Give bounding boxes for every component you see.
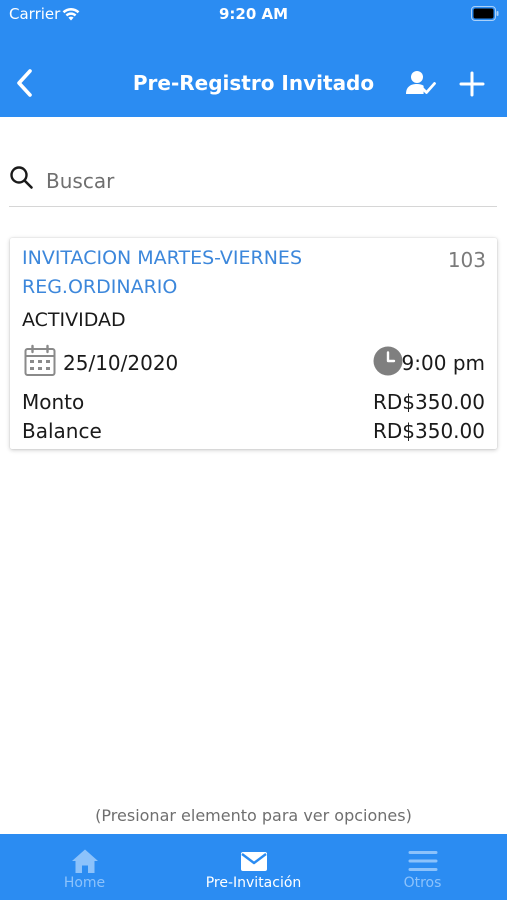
home-icon bbox=[72, 849, 98, 873]
balance-value: RD$350.00 bbox=[372, 419, 485, 443]
amount-label: Monto bbox=[22, 390, 85, 414]
search-bar bbox=[9, 162, 497, 207]
item-date: 25/10/2020 bbox=[63, 351, 179, 375]
battery-icon bbox=[471, 6, 499, 21]
tab-home-label: Home bbox=[63, 875, 106, 891]
mail-icon bbox=[241, 852, 267, 871]
item-type: ACTIVIDAD bbox=[22, 309, 126, 331]
tab-pre-invitacion[interactable]: Pre-Invitación bbox=[169, 834, 338, 900]
top-bar: Carrier 9:20 AM Pre-Registro Invitado bbox=[0, 0, 507, 117]
item-time: 9:00 pm bbox=[401, 351, 485, 375]
user-check-button[interactable] bbox=[405, 69, 437, 97]
tab-bar: Home Pre-Invitación Otros bbox=[0, 834, 507, 900]
tab-home[interactable]: Home bbox=[0, 834, 169, 900]
item-number: 103 bbox=[447, 248, 486, 272]
add-button[interactable] bbox=[458, 70, 486, 98]
list-item[interactable]: INVITACION MARTES-VIERNES REG.ORDINARIO … bbox=[10, 238, 497, 449]
tab-pre-invitacion-label: Pre-Invitación bbox=[205, 875, 302, 891]
calendar-icon bbox=[24, 344, 56, 376]
status-time: 9:20 AM bbox=[218, 5, 289, 23]
clock-icon bbox=[373, 346, 403, 376]
tab-otros[interactable]: Otros bbox=[338, 834, 507, 900]
balance-label: Balance bbox=[22, 419, 102, 443]
menu-icon bbox=[408, 851, 438, 871]
search-input[interactable] bbox=[46, 164, 486, 198]
tab-otros-label: Otros bbox=[403, 875, 442, 891]
item-title: INVITACION MARTES-VIERNES REG.ORDINARIO bbox=[22, 247, 302, 298]
amount-value: RD$350.00 bbox=[372, 390, 485, 414]
hint-text: (Presionar elemento para ver opciones) bbox=[95, 806, 412, 825]
search-icon bbox=[10, 166, 33, 189]
